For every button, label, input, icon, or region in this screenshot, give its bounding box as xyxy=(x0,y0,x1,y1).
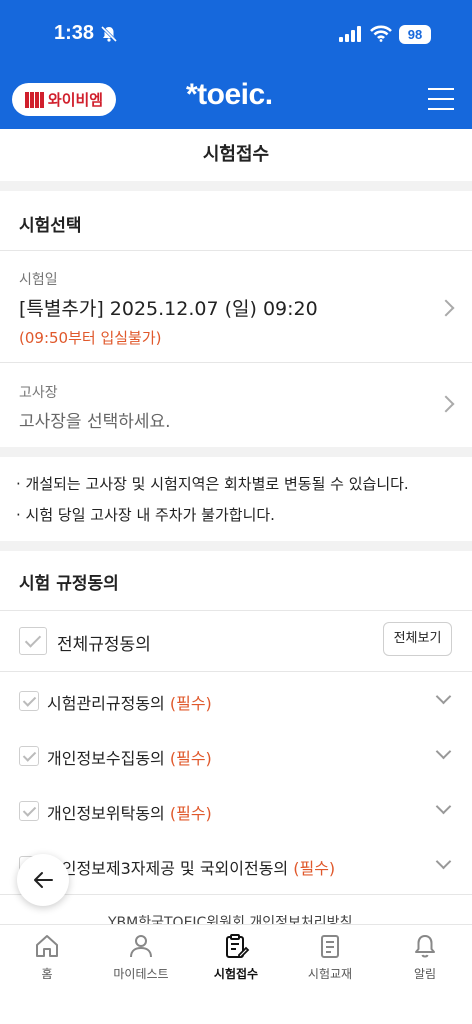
exam-date-label: 시험일 xyxy=(19,272,58,288)
notice-item: · 개설되는 고사장 및 시험지역은 회차별로 변동될 수 있습니다. xyxy=(16,475,409,493)
chevron-down-icon[interactable] xyxy=(435,688,452,705)
chevron-down-icon[interactable] xyxy=(435,798,452,815)
back-button[interactable] xyxy=(17,854,69,906)
view-all-button[interactable]: 전체보기 xyxy=(383,622,452,656)
agree-all-label[interactable]: 전체규정동의 xyxy=(57,630,151,655)
tab-alerts[interactable]: 알림 xyxy=(378,925,472,995)
tab-registration[interactable]: 시험접수 xyxy=(189,925,283,995)
privacy-policy-text: YBM한국TOEIC위원회 개인정보처리방침 xyxy=(108,915,353,924)
term-row[interactable]: 개인정보제3자제공 및 국외이전동의 (필수) xyxy=(0,838,472,893)
user-icon xyxy=(130,935,152,958)
term-label: 시험관리규정동의 xyxy=(47,694,165,713)
exam-select-header: 시험선택 xyxy=(0,191,472,251)
page-title: 시험접수 xyxy=(0,129,472,181)
chevron-right-icon xyxy=(437,395,455,413)
bell-icon xyxy=(415,935,435,958)
term-row[interactable]: 개인정보위탁동의 (필수) xyxy=(0,783,472,838)
venue-placeholder: 고사장을 선택하세요. xyxy=(19,412,171,432)
exam-date-value: [특별추가] 2025.12.07 (일) 09:20 xyxy=(19,298,318,320)
required-tag: (필수) xyxy=(293,859,336,878)
notice-item: · 시험 당일 고사장 내 주차가 불가합니다. xyxy=(16,506,275,524)
required-tag: (필수) xyxy=(169,694,212,713)
ybm-brand-text: 와이비엠 xyxy=(47,91,104,109)
notice-list: · 개설되는 고사장 및 시험지역은 회차별로 변동될 수 있습니다. · 시험… xyxy=(0,457,472,541)
term-label: 개인정보위탁동의 xyxy=(47,804,165,823)
section-divider xyxy=(0,541,472,551)
bottom-tab-bar: 홈 마이테스트 시험접수 시험교재 알림 xyxy=(0,924,472,1024)
term-checkbox[interactable] xyxy=(19,691,39,711)
venue-field[interactable]: 고사장 고사장을 선택하세요. xyxy=(0,364,472,447)
wifi-icon xyxy=(370,25,392,42)
tab-mytest[interactable]: 마이테스트 xyxy=(94,925,188,995)
chevron-down-icon[interactable] xyxy=(435,853,452,870)
chevron-right-icon xyxy=(437,299,455,317)
tab-label: 알림 xyxy=(413,967,437,981)
clipboard-edit-icon xyxy=(226,934,250,958)
term-checkbox[interactable] xyxy=(19,746,39,766)
divider xyxy=(0,894,472,895)
agree-all-checkbox[interactable] xyxy=(19,627,47,655)
ybm-logo[interactable]: 와이비엠 xyxy=(12,83,116,116)
venue-label: 고사장 xyxy=(19,385,58,401)
toeic-logo[interactable]: *toeic. xyxy=(186,78,273,112)
terms-heading: 시험 규정동의 xyxy=(19,574,119,594)
tab-label: 마이테스트 xyxy=(113,967,169,981)
exam-date-field[interactable]: 시험일 [특별추가] 2025.12.07 (일) 09:20 (09:50부터… xyxy=(0,252,472,363)
section-divider xyxy=(0,181,472,191)
tab-home[interactable]: 홈 xyxy=(0,925,94,995)
menu-icon[interactable] xyxy=(428,88,454,110)
status-time: 1:38 xyxy=(54,22,95,44)
exam-date-note: (09:50부터 입실불가) xyxy=(19,329,162,347)
terms-header: 시험 규정동의 xyxy=(0,551,472,611)
bell-muted-icon xyxy=(100,25,118,43)
term-row[interactable]: 개인정보수집동의 (필수) xyxy=(0,728,472,783)
ybm-logo-mark-icon xyxy=(24,91,44,108)
section-divider xyxy=(0,447,472,457)
chevron-down-icon[interactable] xyxy=(435,743,452,760)
book-icon xyxy=(321,935,339,958)
tab-label: 홈 xyxy=(41,967,53,981)
term-label: 개인정보수집동의 xyxy=(47,749,165,768)
tab-label: 시험교재 xyxy=(307,967,353,981)
agree-all-row: 전체규정동의 전체보기 xyxy=(0,612,472,672)
home-icon xyxy=(36,935,58,957)
term-row[interactable]: 시험관리규정동의 (필수) xyxy=(0,673,472,728)
arrow-left-icon xyxy=(34,872,53,888)
required-tag: (필수) xyxy=(169,804,212,823)
app-header: 와이비엠 *toeic. xyxy=(0,70,472,129)
signal-icon xyxy=(339,26,361,42)
tab-books[interactable]: 시험교재 xyxy=(283,925,377,995)
required-tag: (필수) xyxy=(169,749,212,768)
status-bar: 1:38 98 xyxy=(0,0,472,70)
term-checkbox[interactable] xyxy=(19,801,39,821)
term-label: 개인정보제3자제공 및 국외이전동의 xyxy=(47,859,289,878)
exam-select-heading: 시험선택 xyxy=(19,216,82,236)
tab-label: 시험접수 xyxy=(213,967,259,981)
battery-indicator: 98 xyxy=(399,25,431,44)
